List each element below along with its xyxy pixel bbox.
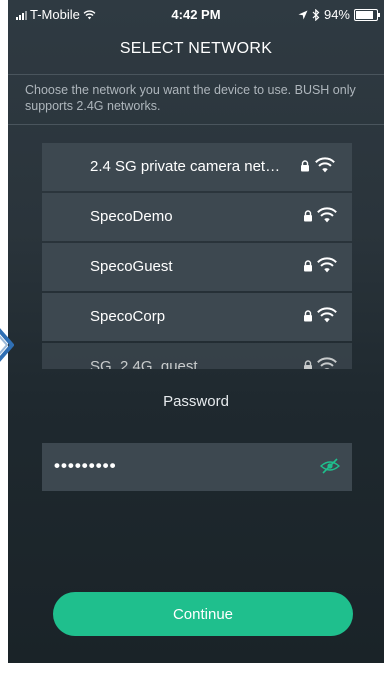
network-name: 2.4 SG private camera net…: [90, 158, 281, 175]
wifi-signal-icon: [317, 307, 337, 323]
network-item[interactable]: SpecoDemo: [42, 193, 352, 241]
battery-percent: 94%: [323, 7, 350, 22]
header-divider: [8, 74, 384, 75]
network-name: SG_2.4G_guest: [90, 358, 198, 369]
status-bar: T-Mobile 4:42 PM 94%: [8, 0, 384, 28]
battery-icon: [354, 8, 380, 21]
password-value: •••••••••: [54, 456, 117, 475]
network-item[interactable]: 2.4 SG private camera net…: [42, 143, 352, 191]
network-item[interactable]: SG_2.4G_guest: [42, 343, 352, 369]
instructions-text: Choose the network you want the device t…: [25, 83, 356, 113]
app-screen: T-Mobile 4:42 PM 94% SELECT NETWORK Choo…: [8, 0, 384, 663]
network-item[interactable]: SpecoCorp: [42, 293, 352, 341]
wifi-signal-icon: [315, 157, 335, 173]
network-name: SpecoGuest: [90, 258, 173, 275]
lock-icon: [301, 160, 309, 172]
network-list[interactable]: 2.4 SG private camera net… SpecoDemo Spe…: [42, 143, 352, 369]
bluetooth-icon: [312, 8, 320, 21]
lock-icon: [304, 360, 312, 369]
password-label: Password: [163, 393, 229, 410]
status-right: 94%: [298, 7, 380, 22]
network-name: SpecoCorp: [90, 308, 166, 325]
wifi-signal-icon: [317, 257, 337, 273]
wifi-signal-icon: [317, 207, 337, 223]
chevron-right-icon: [0, 300, 14, 390]
location-icon: [298, 10, 308, 19]
password-field[interactable]: •••••••••: [42, 443, 352, 491]
network-item[interactable]: SpecoGuest: [42, 243, 352, 291]
continue-button[interactable]: Continue: [53, 592, 353, 636]
instructions-divider: [8, 124, 384, 125]
eye-slash-icon[interactable]: [320, 458, 340, 474]
lock-icon: [304, 310, 312, 322]
page-title: SELECT NETWORK: [119, 40, 273, 57]
lock-icon: [304, 210, 312, 222]
network-name: SpecoDemo: [90, 208, 173, 225]
wifi-signal-icon: [317, 357, 337, 369]
lock-icon: [304, 260, 312, 272]
